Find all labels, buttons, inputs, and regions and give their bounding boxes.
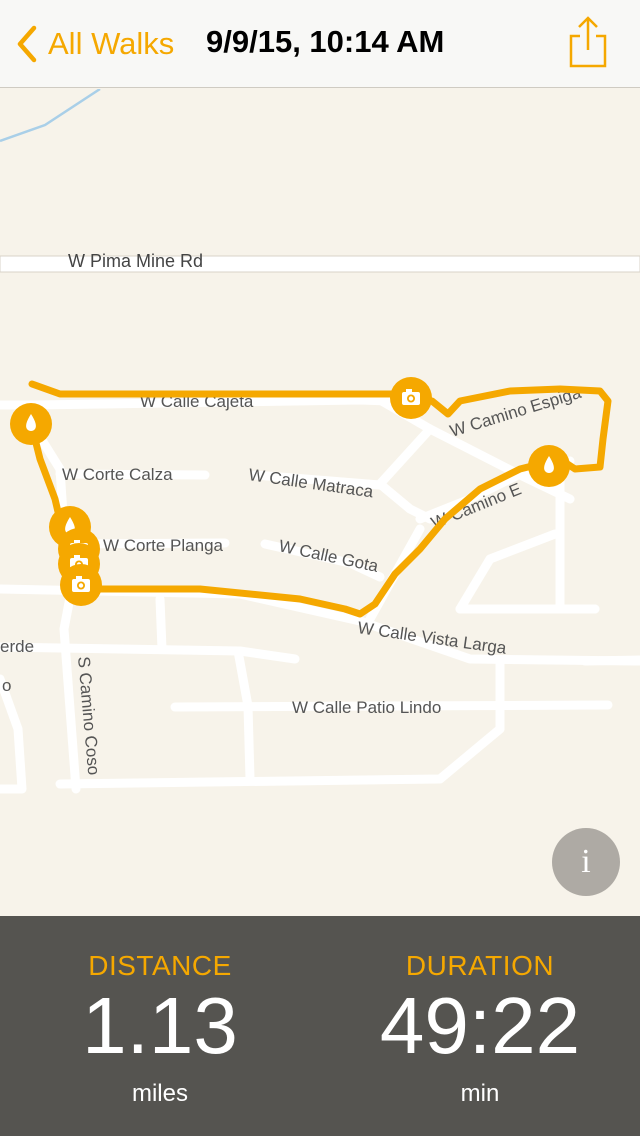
street-label: S Camino Coso: [74, 656, 103, 776]
distance-stat: DISTANCE 1.13 miles: [0, 916, 320, 1108]
distance-label: DISTANCE: [88, 950, 232, 981]
info-button[interactable]: i: [552, 828, 620, 896]
share-icon[interactable]: [566, 14, 610, 70]
street-label: W Calle Matraca: [247, 465, 375, 501]
street-label: W Corte Planga: [103, 536, 224, 555]
duration-label: DURATION: [405, 950, 555, 981]
street-label: W Calle Gota: [277, 536, 380, 576]
duration-unit: min: [460, 1080, 500, 1107]
info-icon: i: [581, 843, 591, 880]
stats-panel: DISTANCE 1.13 miles DURATION 49:22 min: [0, 916, 640, 1136]
camera-marker[interactable]: [60, 564, 102, 606]
drop-marker[interactable]: [528, 445, 570, 487]
navigation-bar: All Walks 9/9/15, 10:14 AM: [0, 0, 640, 88]
duration-stat: DURATION 49:22 min: [320, 916, 640, 1108]
page-title: 9/9/15, 10:14 AM: [206, 24, 445, 59]
street-label: W Calle Vista Larga: [356, 618, 508, 658]
back-button[interactable]: All Walks: [12, 22, 174, 66]
back-button-label: All Walks: [48, 26, 175, 61]
distance-value: 1.13: [82, 981, 238, 1070]
map-view[interactable]: W Pima Mine Rd W Calle Cajeta W Camino E…: [0, 89, 640, 916]
camera-marker[interactable]: [390, 377, 432, 419]
street-label: o: [2, 676, 11, 695]
drop-marker[interactable]: [10, 403, 52, 445]
chevron-left-icon: [17, 25, 37, 63]
water-line: [0, 89, 101, 143]
street-label: W Corte Calza: [62, 465, 173, 484]
duration-value: 49:22: [379, 981, 581, 1070]
street-label: W Calle Patio Lindo: [292, 698, 441, 717]
street-label: erde: [0, 637, 34, 656]
street-label: W Pima Mine Rd: [68, 251, 203, 271]
distance-unit: miles: [131, 1080, 188, 1107]
